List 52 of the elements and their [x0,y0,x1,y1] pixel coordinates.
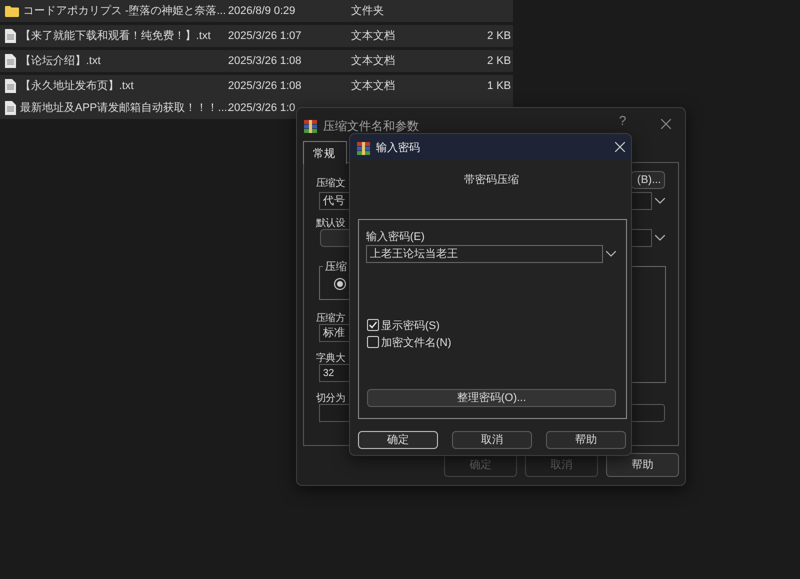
dialog-heading: 带密码压缩 [463,172,520,188]
file-date: 2025/3/26 1:0 [228,100,296,116]
file-name: コードアポカリプス -堕落の神姫と奈落... [23,4,226,19]
document-icon [5,79,16,93]
dialog-button[interactable]: 帮助 [606,453,679,477]
checkbox[interactable] [367,336,379,348]
field-label: 压缩方 [316,312,346,326]
archive-icon [304,118,317,134]
checkbox[interactable] [367,319,379,331]
checkbox-label: 加密文件名(N) [381,336,452,351]
help-button[interactable]: ? [619,114,626,127]
browse-button[interactable]: (B)... [631,171,665,189]
checkbox-label: 显示密码(S) [381,318,440,334]
folder-icon [5,5,19,17]
archive-icon [357,140,370,156]
tab[interactable]: 常规 [303,141,347,164]
dialog-button[interactable]: 确定 [358,431,438,449]
file-type: 文件夹 [351,4,385,19]
file-size: 2 KB [486,28,511,44]
password-field[interactable]: 上老王论坛当老王 [366,245,603,263]
close-icon[interactable] [615,142,625,152]
field-label: 输入密码(E) [366,230,425,245]
file-type: 文本文档 [351,54,396,69]
field-label: 字典大 [316,352,346,366]
field-label: 切分为 [316,392,346,406]
field-label: 默认设 [316,217,346,231]
document-icon [5,101,16,115]
document-icon [5,29,16,43]
file-row[interactable]: 【永久地址发布页】.txt 2025/3/26 1:08 文本文档 1 KB [0,75,513,97]
file-date: 2026/8/9 0:29 [228,4,296,19]
file-name: 【来了就能下载和观看！纯免费！】.txt [20,28,211,44]
window-title: 压缩文件名和参数 [323,118,419,135]
window-title: 输入密码 [376,140,420,156]
file-name: 【论坛介绍】.txt [20,54,101,69]
file-row[interactable]: コードアポカリプス -堕落の神姫と奈落... 2026/8/9 0:29 文件夹 [0,0,513,22]
radio-button[interactable] [334,278,346,290]
file-row[interactable]: 【论坛介绍】.txt 2025/3/26 1:08 文本文档 2 KB [0,50,513,72]
field-label: 压缩文 [316,176,346,191]
file-date: 2025/3/26 1:08 [228,54,302,69]
document-icon [5,54,16,68]
file-date: 2025/3/26 1:08 [228,78,302,94]
file-row[interactable]: 【来了就能下载和观看！纯免费！】.txt 2025/3/26 1:07 文本文档 2 KB [0,25,513,47]
close-icon[interactable] [661,119,671,129]
file-type: 文本文档 [351,78,396,94]
file-size: 1 KB [486,78,511,94]
dialog-button[interactable]: 帮助 [546,431,626,449]
file-type: 文本文档 [351,28,396,44]
organize-passwords-button[interactable]: 整理密码(O)... [367,389,616,407]
file-date: 2025/3/26 1:07 [228,28,302,44]
file-size: 2 KB [486,54,511,69]
dialog-button[interactable]: 取消 [452,431,532,449]
file-name: 【永久地址发布页】.txt [20,78,134,94]
